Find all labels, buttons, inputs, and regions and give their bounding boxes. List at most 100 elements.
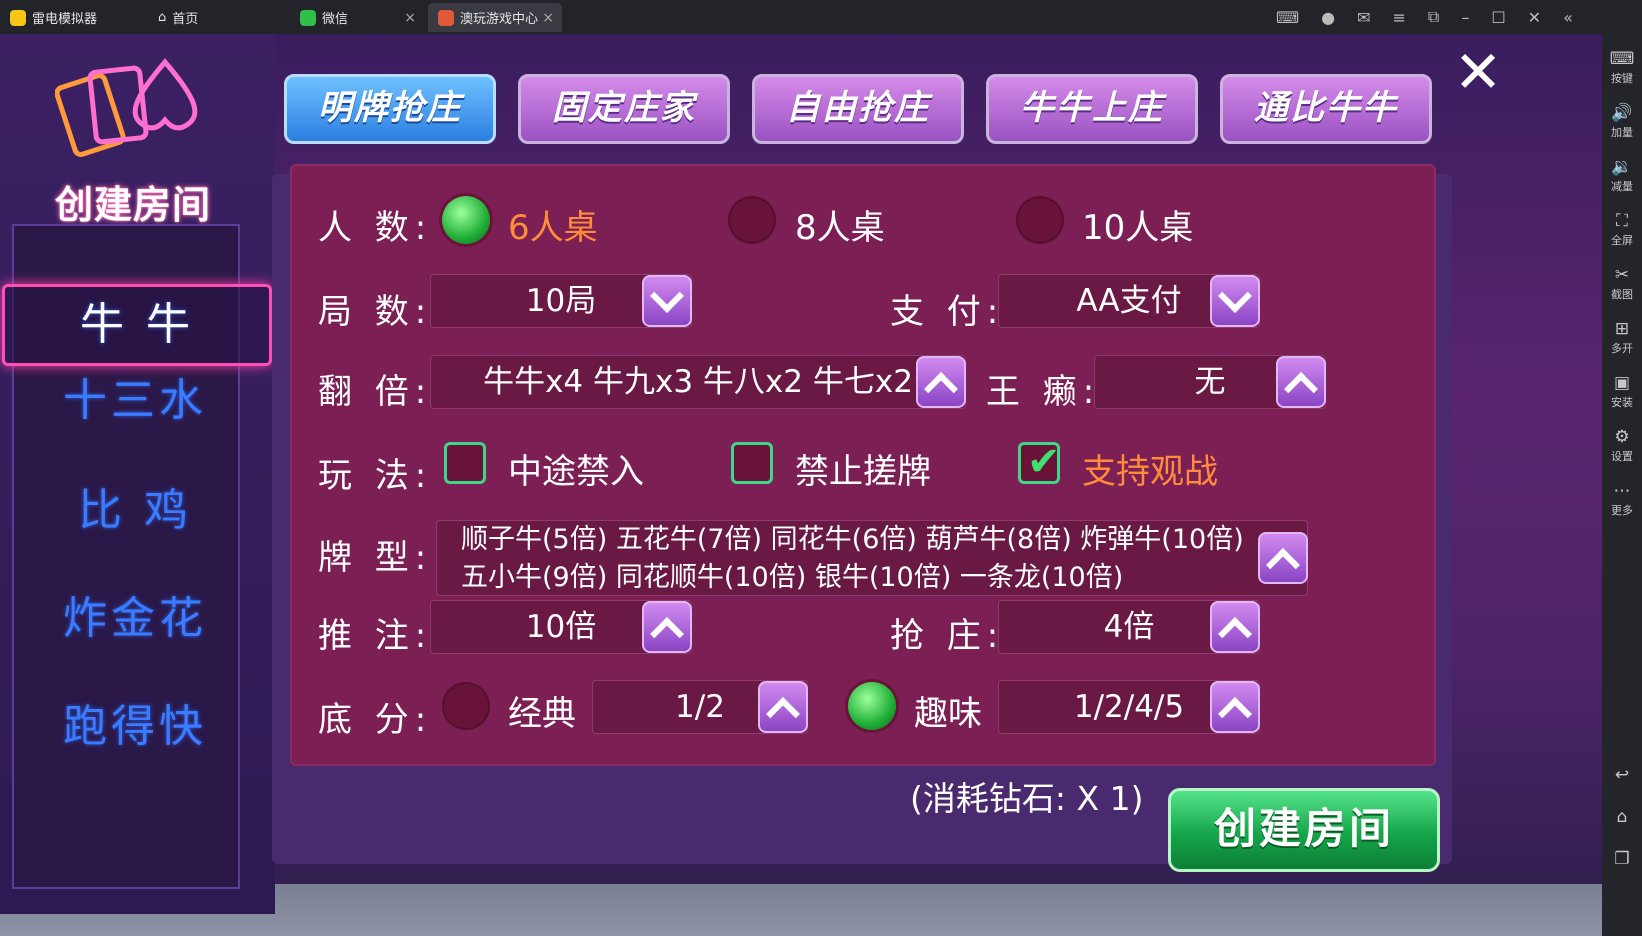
user-avatar-icon[interactable]: ● [1321, 8, 1335, 27]
volume-up-icon: 🔊 [1611, 103, 1633, 123]
fullscreen-icon: ⛶ [1616, 211, 1628, 231]
chevron-down-icon [1218, 279, 1252, 313]
back-icon[interactable]: ↩ [1602, 764, 1642, 786]
emulator-tab-bar: 雷电模拟器 ⌂ 首页 微信 × 澳玩游戏中心 × ⌨ ● ✉ ≡ ⧉ – ☐ ✕… [0, 0, 1642, 34]
mode-tongbi-niuniu[interactable]: 通比牛牛 [1220, 74, 1432, 144]
maximize-icon[interactable]: ☐ [1491, 8, 1505, 27]
rail-label: 按键 [1611, 72, 1633, 85]
rail-fullscreen[interactable]: ⛶ 全屏 [1602, 210, 1642, 248]
menu-item-niuniu[interactable]: 牛 牛 [2, 284, 272, 366]
mail-icon[interactable]: ✉ [1357, 8, 1370, 27]
rail-label: 减量 [1611, 180, 1633, 193]
mode-ziyou-qiangzhuang[interactable]: 自由抢庄 [752, 74, 964, 144]
emulator-app-name: 雷电模拟器 [32, 12, 98, 27]
radio-fun[interactable] [848, 682, 896, 730]
cards-spade-logo-icon [55, 58, 198, 157]
option-fun[interactable]: 趣味 [914, 686, 982, 735]
close-icon[interactable]: ✕ [1452, 43, 1504, 101]
chevron-up-icon [650, 617, 684, 651]
menu-item-shisanshui[interactable]: 十三水 [0, 364, 270, 428]
gamepad-icon[interactable]: ⌨ [1276, 8, 1299, 27]
tab-wechat[interactable]: 微信 × [290, 3, 424, 32]
base-score-label: 底 分: [318, 700, 433, 740]
close-window-icon[interactable]: ✕ [1528, 8, 1541, 27]
payment-dropdown-button[interactable] [1210, 275, 1260, 327]
menu-item-zhajinhua[interactable]: 炸金花 [0, 582, 270, 646]
rounds-dropdown-button[interactable] [642, 275, 692, 327]
rail-label: 设置 [1611, 450, 1633, 463]
rule-no-midway-join[interactable]: 中途禁入 [508, 444, 644, 493]
checkbox-no-midway-join[interactable] [444, 442, 486, 484]
rail-label: 安装 [1611, 396, 1633, 409]
chevron-up-icon [766, 697, 800, 731]
rail-keyboard[interactable]: ⌨ 按键 [1602, 48, 1642, 86]
radio-10-players[interactable] [1016, 196, 1064, 244]
wild-dropdown-button[interactable] [1276, 356, 1326, 408]
diamond-cost-text: (消耗钻石: X 1) [910, 779, 1144, 818]
rail-volume-up[interactable]: 🔊 加量 [1602, 102, 1642, 140]
close-tab-icon[interactable]: × [542, 10, 554, 26]
multiplier-value: 牛牛x4 牛九x3 牛八x2 牛七x2 [483, 364, 913, 400]
grab-banker-dropdown-button[interactable] [1210, 601, 1260, 653]
mode-niuniu-shangzhuang[interactable]: 牛牛上庄 [986, 74, 1198, 144]
rule-allow-spectate[interactable]: 支持观战 [1082, 444, 1218, 493]
card-types-dropdown-button[interactable] [1258, 532, 1308, 584]
wechat-icon [300, 9, 316, 26]
checkbox-no-card-rubbing[interactable] [731, 442, 773, 484]
radio-classic[interactable] [442, 682, 490, 730]
card-types-line-2: 五小牛(9倍) 同花顺牛(10倍) 银牛(10倍) 一条龙(10倍) [461, 562, 1124, 593]
push-bet-dropdown-button[interactable] [642, 601, 692, 653]
fun-score-dropdown-button[interactable] [1210, 681, 1260, 733]
emulator-app-tab[interactable]: 雷电模拟器 [0, 3, 140, 32]
tab-wechat-label: 微信 [322, 12, 349, 27]
tab-game-center-label: 澳玩游戏中心 [460, 12, 539, 27]
option-classic[interactable]: 经典 [508, 686, 576, 735]
classic-score-value: 1/2 [675, 689, 725, 725]
chevron-up-icon [1284, 372, 1318, 406]
push-bet-value: 10倍 [525, 609, 597, 645]
menu-item-biji[interactable]: 比 鸡 [0, 474, 270, 538]
rule-no-card-rubbing[interactable]: 禁止搓牌 [795, 444, 931, 493]
chevron-down-icon [650, 279, 684, 313]
mode-guding-zhuangjia[interactable]: 固定庄家 [518, 74, 730, 144]
menu-icon[interactable]: ≡ [1392, 8, 1405, 27]
radio-6-players[interactable] [442, 196, 490, 244]
rail-settings[interactable]: ⚙ 设置 [1602, 426, 1642, 464]
option-8-players[interactable]: 8人桌 [795, 200, 885, 249]
checkbox-allow-spectate[interactable]: ✔ [1018, 439, 1061, 485]
tab-home[interactable]: ⌂ 首页 [148, 3, 288, 32]
minimize-icon[interactable]: – [1461, 8, 1469, 27]
rail-multi-instance[interactable]: ⊞ 多开 [1602, 318, 1642, 356]
chevron-up-icon [1218, 617, 1252, 651]
rail-screenshot[interactable]: ✂ 截图 [1602, 264, 1642, 302]
rail-more[interactable]: ⋯ 更多 [1602, 480, 1642, 518]
tab-game-center[interactable]: 澳玩游戏中心 × [428, 3, 562, 32]
card-types-select[interactable]: 顺子牛(5倍) 五花牛(7倍) 同花牛(6倍) 葫芦牛(8倍) 炸弹牛(10倍)… [436, 520, 1308, 596]
classic-score-dropdown-button[interactable] [758, 681, 808, 733]
push-bet-label: 推 注: [318, 616, 433, 656]
rounds-label: 局 数: [318, 292, 433, 332]
chevron-up-icon [1218, 697, 1252, 731]
radio-8-players[interactable] [728, 196, 776, 244]
grab-banker-value: 4倍 [1103, 609, 1155, 645]
option-6-players[interactable]: 6人桌 [508, 200, 598, 249]
collapse-icon[interactable]: « [1563, 8, 1573, 27]
restore-icon[interactable]: ⧉ [1428, 7, 1439, 27]
emulator-side-toolbar: ⌨ 按键 🔊 加量 🔉 减量 ⛶ 全屏 ✂ 截图 ⊞ 多开 ▣ 安装 ⚙ 设置 ⋯ 更多 ↩ ⌂ … [1602, 34, 1642, 936]
rail-volume-down[interactable]: 🔉 减量 [1602, 156, 1642, 194]
multiplier-label: 翻 倍: [318, 372, 433, 412]
option-10-players[interactable]: 10人桌 [1082, 200, 1193, 249]
close-tab-icon[interactable]: × [404, 10, 416, 26]
multiplier-dropdown-button[interactable] [916, 356, 966, 408]
recents-icon[interactable]: ❐ [1602, 848, 1642, 870]
multiplier-select[interactable]: 牛牛x4 牛九x3 牛八x2 牛七x2 [430, 355, 966, 409]
rail-install-apk[interactable]: ▣ 安装 [1602, 372, 1642, 410]
more-icon: ⋯ [1613, 481, 1631, 501]
rail-label: 多开 [1611, 342, 1633, 355]
players-label: 人 数: [318, 208, 433, 248]
menu-item-paodekuai[interactable]: 跑得快 [0, 690, 270, 754]
mode-mingpai-qiangzhuang[interactable]: 明牌抢庄 [284, 74, 496, 144]
home-nav-icon[interactable]: ⌂ [1602, 806, 1642, 828]
emulator-logo-icon [10, 9, 26, 26]
create-room-button[interactable]: 创建房间 [1168, 788, 1440, 872]
